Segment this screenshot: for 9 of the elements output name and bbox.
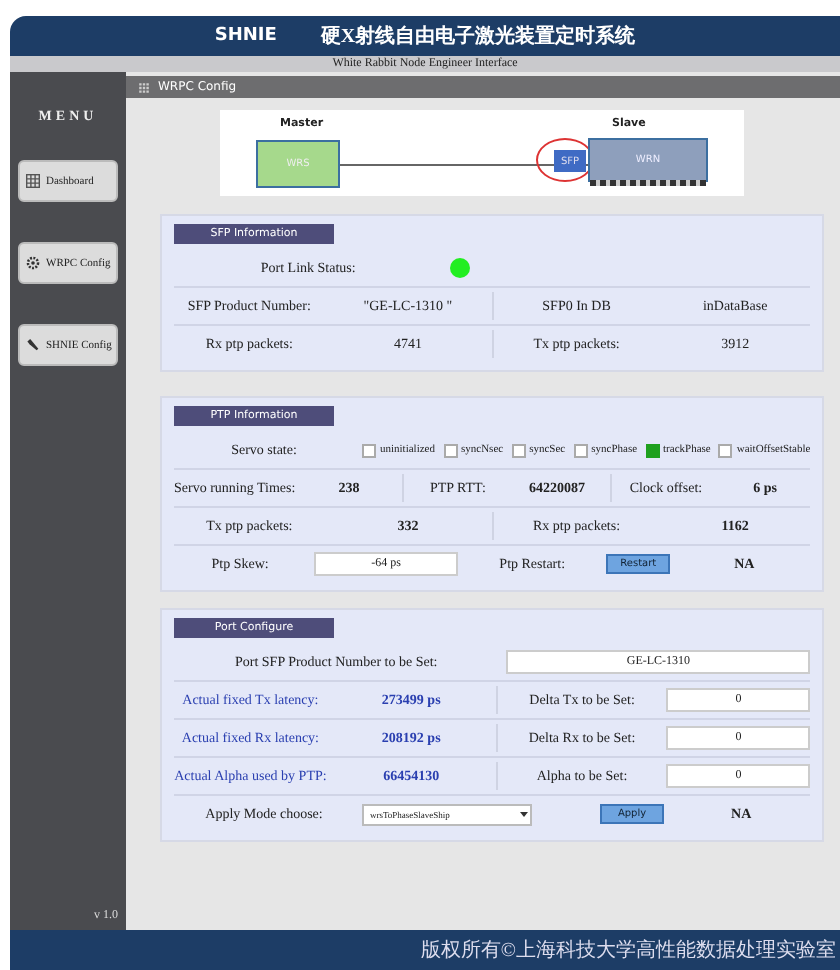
grid-icon: [26, 174, 40, 188]
copyright-text: 版权所有©上海科技大学高性能数据处理实验室: [420, 937, 836, 964]
brand-text: SHNIE: [214, 26, 277, 46]
caret-icon: [518, 808, 530, 820]
wrench-icon: [26, 338, 40, 352]
gear-icon: [26, 256, 40, 270]
system-title: 硬X射线自由电子激光装置定时系统: [320, 22, 636, 50]
port-strip-icon: [590, 180, 706, 186]
grid-icon: [138, 81, 150, 93]
